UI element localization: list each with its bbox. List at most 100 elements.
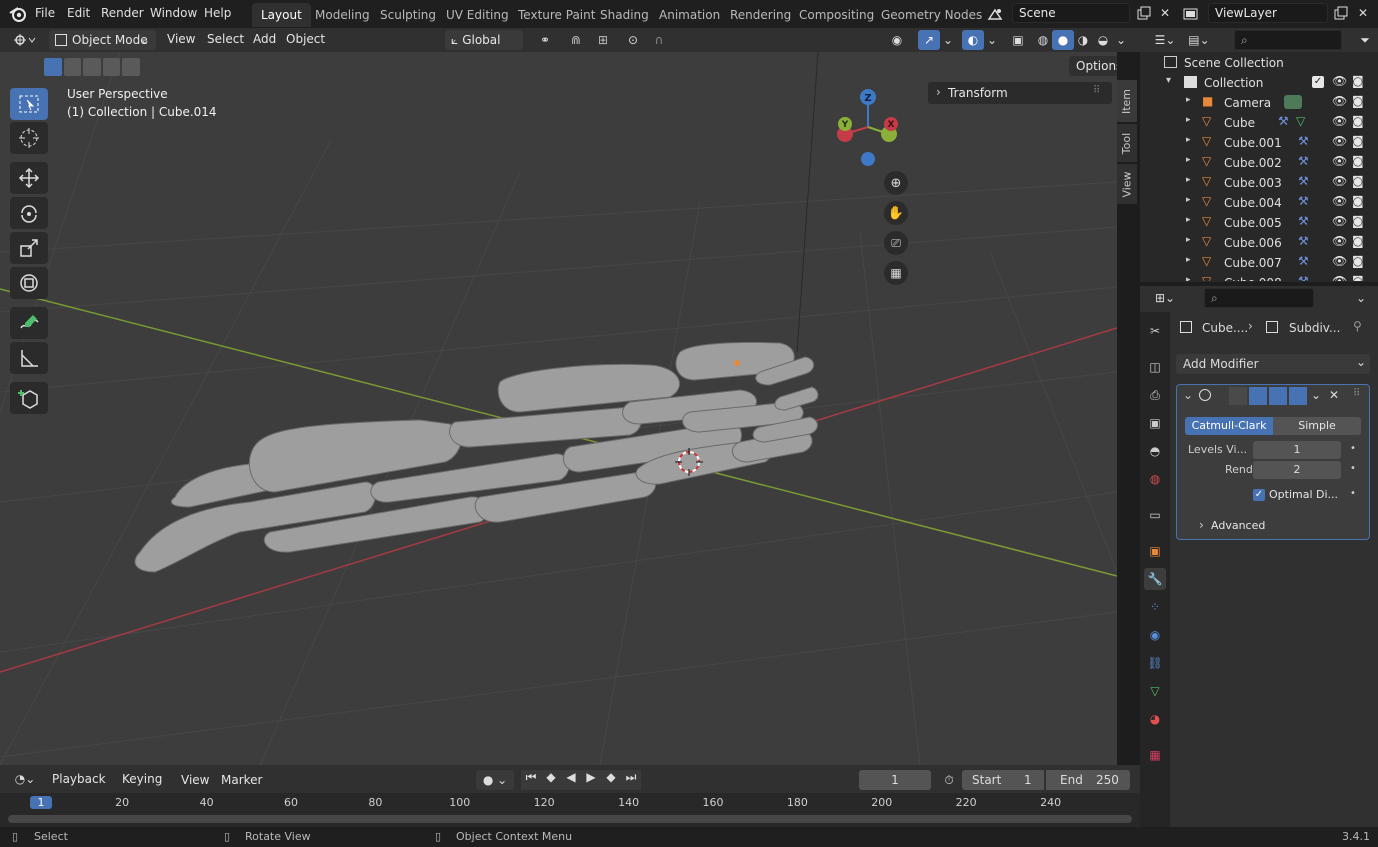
properties-editor-type-icon[interactable]: ⊞⌄	[1150, 288, 1180, 308]
outliner-row-object[interactable]: ▸ ▽ Cube.003 ⚒ 👁 ◙	[1140, 173, 1378, 193]
camera-view-icon[interactable]: ⎚	[884, 231, 908, 255]
current-frame-field[interactable]: 1	[859, 770, 931, 790]
realtime-display-icon[interactable]	[1269, 387, 1287, 405]
options-dropdown[interactable]: Options ⌄	[1069, 56, 1117, 93]
snap-icon[interactable]: ⋒	[565, 30, 587, 50]
mesh-data-icon[interactable]: ▽	[1296, 114, 1305, 128]
menu-add[interactable]: Add	[253, 32, 276, 46]
scene-tab-icon[interactable]: ◓	[1144, 440, 1166, 462]
next-keyframe-icon[interactable]: ◆	[601, 770, 621, 790]
eye-icon[interactable]: 👁	[1332, 94, 1347, 108]
data-tab-icon[interactable]: ▽	[1144, 680, 1166, 702]
move-tool[interactable]	[10, 162, 48, 194]
simple-button[interactable]: Simple	[1273, 417, 1361, 435]
eye-icon[interactable]: 👁	[1332, 74, 1347, 88]
measure-tool[interactable]	[10, 342, 48, 374]
expand-arrow-icon[interactable]: ▸	[1186, 95, 1191, 105]
gizmo-toggle-icon[interactable]: ↗	[918, 30, 940, 50]
select-extend-icon[interactable]	[63, 58, 82, 76]
view-layer-tab-icon[interactable]: ▣	[1144, 412, 1166, 434]
outliner-row-object[interactable]: ▸ ▽ Cube.007 ⚒ 👁 ◙	[1140, 253, 1378, 273]
pan-hand-icon[interactable]: ✋	[884, 201, 908, 225]
outliner-row-object[interactable]: ▸ ▽ Cube.005 ⚒ 👁 ◙	[1140, 213, 1378, 233]
expand-arrow-icon[interactable]: ▸	[1186, 235, 1191, 245]
output-tab-icon[interactable]: ⎙	[1144, 384, 1166, 406]
jump-start-icon[interactable]: ⏮	[521, 770, 541, 790]
camera-render-icon[interactable]: ◙	[1352, 254, 1364, 268]
tab-layout[interactable]: Layout	[252, 3, 311, 27]
transform-panel-header[interactable]: › Transform ⠿	[928, 82, 1112, 104]
outliner-row-object[interactable]: ▸ ▽ Cube.008 ⚒ 👁 ◙	[1140, 273, 1378, 281]
properties-options-icon[interactable]: ⌄	[1350, 288, 1372, 308]
menu-edit[interactable]: Edit	[67, 6, 90, 20]
levels-viewport-field[interactable]: 1	[1253, 441, 1341, 459]
wrench-modifier-icon[interactable]: ⚒	[1298, 174, 1309, 188]
select-new-icon[interactable]	[44, 58, 62, 76]
menu-window[interactable]: Window	[150, 6, 197, 20]
delete-viewlayer-icon[interactable]: ✕	[1352, 3, 1374, 23]
timeline-view-menu[interactable]: View	[181, 773, 209, 787]
tab-modeling[interactable]: Modeling	[306, 3, 379, 27]
object-tab-icon[interactable]: ▣	[1144, 540, 1166, 562]
wrench-modifier-icon[interactable]: ⚒	[1298, 194, 1309, 208]
transform-tool[interactable]	[10, 267, 48, 299]
xray-toggle-icon[interactable]: ▣	[1007, 30, 1029, 50]
advanced-subpanel-label[interactable]: Advanced	[1211, 519, 1265, 532]
expand-arrow-icon[interactable]: ▸	[1186, 215, 1191, 225]
timeline-scrollbar[interactable]	[8, 815, 1132, 823]
outliner-row-object[interactable]: ▸ ▽ Cube ⚒ ▽ 👁 ◙	[1140, 113, 1378, 133]
viewlayer-icon[interactable]	[1180, 4, 1202, 24]
expand-arrow-icon[interactable]: ▸	[1186, 155, 1191, 165]
world-tab-icon[interactable]: ◍	[1144, 468, 1166, 490]
material-shading-icon[interactable]: ◑	[1072, 30, 1094, 50]
add-modifier-dropdown[interactable]: Add Modifier ⌄	[1176, 354, 1370, 374]
shading-menu-icon[interactable]: ⌄	[1112, 30, 1130, 50]
menu-object[interactable]: Object	[286, 32, 325, 46]
outliner-row-object[interactable]: ▸ ▽ Cube.004 ⚒ 👁 ◙	[1140, 193, 1378, 213]
camera-render-icon[interactable]: ◙	[1352, 74, 1364, 88]
outliner-search-input[interactable]: ⌕	[1234, 30, 1342, 50]
keyframe-dot-icon[interactable]: •	[1350, 488, 1356, 499]
visibility-icon[interactable]: ◉	[880, 30, 914, 50]
edit-mode-icon[interactable]	[1249, 387, 1267, 405]
select-invert-icon[interactable]	[102, 58, 121, 76]
gizmo-menu-icon[interactable]: ⌄	[940, 30, 956, 50]
new-scene-icon[interactable]	[1133, 3, 1155, 23]
tab-geometry-nodes[interactable]: Geometry Nodes	[872, 3, 991, 27]
zoom-icon[interactable]: ⊕	[884, 171, 908, 195]
playback-menu[interactable]: Playback ⌄	[46, 769, 114, 806]
physics-tab-icon[interactable]: ◉	[1144, 624, 1166, 646]
transform-orientation-dropdown[interactable]: ⟀ Global	[445, 30, 523, 50]
3d-viewport[interactable]: User Perspective (1) Collection | Cube.0…	[0, 52, 1117, 765]
play-icon[interactable]: ▶	[581, 770, 601, 790]
eye-icon[interactable]: 👁	[1332, 114, 1347, 128]
new-viewlayer-icon[interactable]	[1330, 3, 1352, 23]
particles-tab-icon[interactable]: ⁘	[1144, 596, 1166, 618]
material-tab-icon[interactable]: ◕	[1144, 708, 1166, 730]
scene-icon[interactable]	[984, 4, 1006, 24]
falloff-icon[interactable]: ∩	[646, 30, 672, 50]
expand-arrow-icon[interactable]: ▸	[1186, 175, 1191, 185]
pin-icon[interactable]: ⚲	[1353, 319, 1362, 333]
remove-modifier-icon[interactable]: ✕	[1329, 388, 1339, 402]
tab-animation[interactable]: Animation	[650, 3, 729, 27]
prev-keyframe-icon[interactable]: ◆	[541, 770, 561, 790]
sidebar-tab-view[interactable]: View	[1117, 164, 1137, 204]
wireframe-shading-icon[interactable]: ◍	[1032, 30, 1054, 50]
outliner-row-scene-collection[interactable]: Scene Collection	[1140, 53, 1378, 73]
render-tab-icon[interactable]: ◫	[1144, 356, 1166, 378]
frame-ruler[interactable]: 1 20 40 60 80 100 120 140 160 180 200 220 240	[0, 793, 1140, 827]
optimal-display-checkbox[interactable]: ✓	[1253, 489, 1265, 501]
collection-tab-icon[interactable]: ▭	[1144, 504, 1166, 526]
camera-render-icon[interactable]: ◙	[1352, 94, 1364, 108]
play-reverse-icon[interactable]: ◀	[561, 770, 581, 790]
menu-view[interactable]: View	[167, 32, 195, 46]
jump-end-icon[interactable]: ⏭	[621, 770, 641, 790]
solid-shading-icon[interactable]: ●	[1052, 30, 1074, 50]
mode-dropdown[interactable]: Object Mode ⌄	[49, 30, 156, 50]
include-checkbox[interactable]: ✓	[1312, 76, 1324, 88]
sidebar-tab-tool[interactable]: Tool	[1117, 124, 1137, 162]
stopwatch-icon[interactable]: ⏱	[938, 770, 960, 790]
wrench-modifier-icon[interactable]: ⚒	[1298, 134, 1309, 148]
camera-data-icon[interactable]	[1284, 95, 1302, 109]
